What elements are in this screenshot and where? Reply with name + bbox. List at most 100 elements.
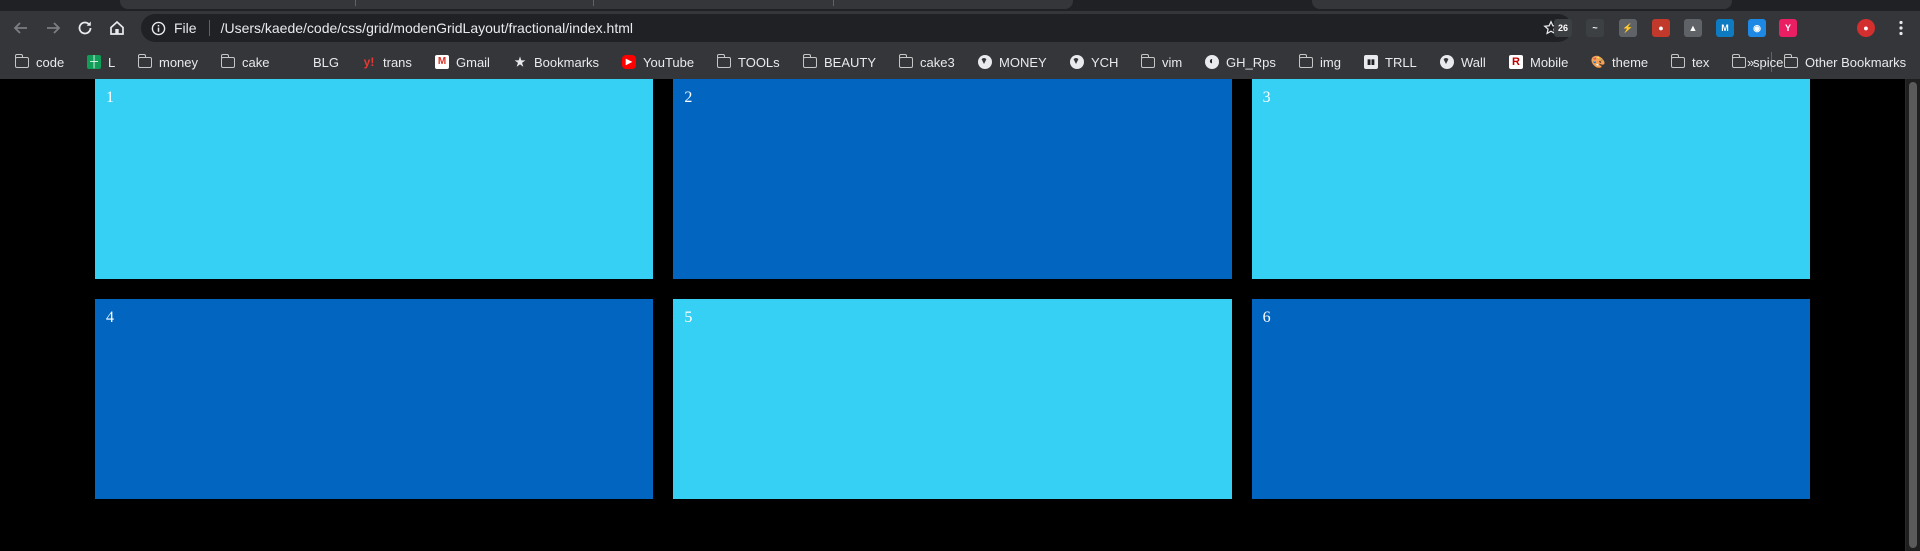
bookmark-label: BLG [313,54,340,70]
profile-avatar[interactable]: ● [1857,19,1875,37]
youtube-icon: ▶ [621,54,637,70]
bookmark-blg[interactable]: BLG [291,53,339,71]
star-icon: ★ [514,55,526,69]
bookmark-gmail[interactable]: M Gmail [434,53,490,71]
bookmark-mobile[interactable]: R Mobile [1508,53,1568,71]
bookmark-label: TOOLs [738,54,780,70]
site-scheme-label: File [174,20,197,36]
folder-icon [14,53,30,70]
extension-6-icon[interactable]: M [1716,19,1734,37]
omnibox-divider [208,20,210,36]
bookmark-label: Bookmarks [534,54,600,70]
bookmark-label: Wall [1461,54,1486,70]
bookmark-vim[interactable]: vim [1140,53,1182,71]
bookmark-theme[interactable]: 🎨 theme [1590,53,1649,71]
other-bookmarks-folder[interactable]: Other Bookmarks [1783,53,1906,71]
bookmark-label: theme [1612,54,1649,70]
extension-1-icon[interactable]: 26 [1554,19,1572,37]
grid-item-number: 4 [106,309,114,326]
bookmark-label: cake3 [920,54,955,70]
other-bookmarks-label: Other Bookmarks [1805,54,1907,70]
folder-icon [1783,53,1799,70]
bookmark-label: L [108,54,116,70]
bookmark-label: trans [383,54,412,70]
bookmark-gh-rps[interactable]: ◐ GH_Rps [1204,53,1276,71]
blank-page-icon [291,54,307,70]
yahoo-icon: y! [363,55,375,69]
bookmark-label: spice [1753,54,1784,70]
extension-9-icon[interactable] [1812,19,1830,37]
globe-icon [977,54,993,70]
bookmark-code[interactable]: code [14,53,64,71]
folder-icon [1298,53,1314,70]
menu-kebab-icon[interactable] [1888,15,1914,41]
bookmark-label: GH_Rps [1226,54,1276,70]
extension-7-icon[interactable]: ◉ [1748,19,1766,37]
bookmark-img[interactable]: img [1298,53,1341,71]
forward-icon[interactable] [40,15,66,41]
extension-2-icon[interactable]: ~ [1586,19,1604,37]
address-bar[interactable]: File /Users/kaede/code/css/grid/modenGri… [141,14,1572,42]
bookmark-label: YouTube [643,54,695,70]
sheets-icon: ┼ [86,54,102,70]
bookmark-wall[interactable]: Wall [1439,53,1486,71]
vertical-scrollbar[interactable] [1905,79,1920,551]
bookmark-label: tex [1692,54,1710,70]
page-viewport: 1 2 3 4 5 6 [0,79,1920,551]
rakuten-icon: R [1508,54,1524,70]
bookmark-spice[interactable]: spice [1731,53,1783,71]
tab-divider [833,0,834,6]
folder-icon [1140,53,1156,70]
info-icon[interactable] [150,20,166,36]
bookmark-label: BEAUTY [824,54,877,70]
bookmark-trans[interactable]: y! trans [361,53,412,71]
bookmark-label: money [159,54,199,70]
grid-item-4: 4 [95,299,654,499]
bookmark-label: vim [1162,54,1183,70]
extension-3-icon[interactable]: ⚡ [1619,19,1637,37]
bookmark-l[interactable]: ┼ L [86,53,115,71]
bookmark-cake3[interactable]: cake3 [898,53,955,71]
bookmark-money[interactable]: MONEY [977,53,1047,71]
bookmark-bookmarks[interactable]: ★ Bookmarks [512,53,599,71]
inactive-tab[interactable] [1312,0,1732,9]
bookmark-label: code [36,54,65,70]
bookmark-label: Gmail [456,54,490,70]
toolbar: File /Users/kaede/code/css/grid/modenGri… [0,11,1920,45]
grid-item-number: 1 [106,89,114,106]
grid-item-2: 2 [673,79,1232,279]
folder-icon [220,53,236,70]
trello-icon: ▮▮ [1363,54,1379,70]
bookmark-cake[interactable]: cake [220,53,269,71]
bookmark-label: YCH [1091,54,1119,70]
url-text[interactable]: /Users/kaede/code/css/grid/modenGridLayo… [221,20,633,36]
bookmark-label: MONEY [999,54,1047,70]
gmail-icon: M [434,54,450,70]
folder-icon [716,53,732,70]
bookmark-tex[interactable]: tex [1670,53,1709,71]
home-icon[interactable] [104,15,130,41]
grid-item-5: 5 [673,299,1232,499]
active-tab[interactable] [120,0,1073,9]
tab-strip [0,0,1920,11]
grid-item-6: 6 [1251,299,1810,499]
bookmark-trll[interactable]: ▮▮ TRLL [1363,53,1417,71]
extension-5-icon[interactable]: ▲ [1684,19,1702,37]
scrollbar-thumb[interactable] [1909,82,1917,548]
folder-icon [802,53,818,70]
bookmark-ych[interactable]: YCH [1069,53,1118,71]
extension-8-icon[interactable]: Y [1779,19,1797,37]
reload-icon[interactable] [72,15,98,41]
bookmark-money[interactable]: money [137,53,198,71]
fractional-grid: 1 2 3 4 5 6 [95,79,1810,499]
folder-icon [1670,53,1686,70]
bookmark-tools[interactable]: TOOLs [716,53,780,71]
back-icon[interactable] [8,15,34,41]
bookmark-label: TRLL [1385,54,1417,70]
bookmarks-bar: » Other Bookmarks code ┼ Lmoney cake BLG y! tr… [0,45,1920,79]
bookmark-beauty[interactable]: BEAUTY [802,53,876,71]
grid-item-1: 1 [95,79,654,279]
extension-4-icon[interactable]: ● [1652,19,1670,37]
bookmark-youtube[interactable]: ▶ YouTube [621,53,694,71]
tab-divider [593,0,594,6]
